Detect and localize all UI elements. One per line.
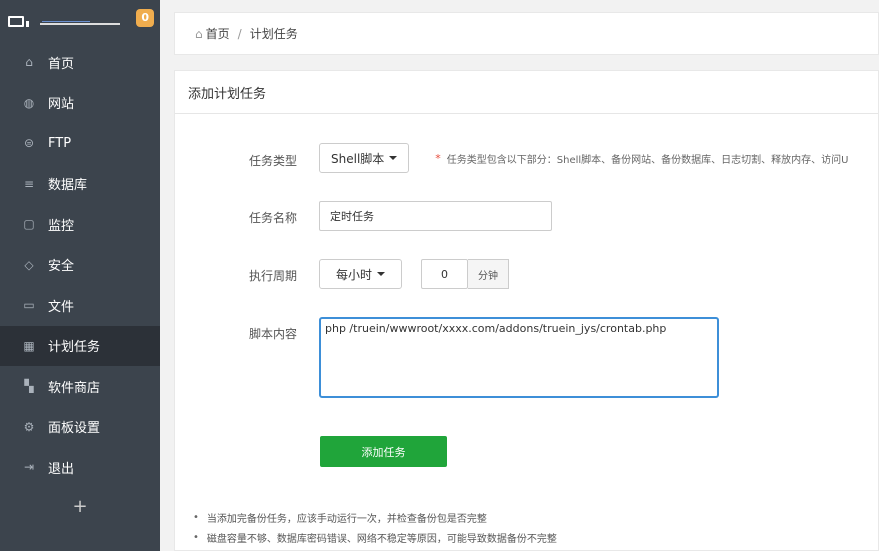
note-item: 磁盘容量不够、数据库密码错误、网络不稳定等原因，可能导致数据备份不完整 bbox=[193, 527, 557, 547]
home-icon: ⌂ bbox=[25, 55, 33, 70]
home-icon: ⌂ bbox=[195, 26, 203, 41]
breadcrumb: ⌂ 首页 / 计划任务 bbox=[174, 12, 879, 55]
sidebar-item-1[interactable]: ◍ 网站 bbox=[0, 83, 160, 124]
period-value: 每小时 bbox=[336, 267, 373, 282]
sidebar-item-5[interactable]: ◇ 安全 bbox=[0, 245, 160, 286]
sidebar-header: 0 bbox=[0, 0, 160, 42]
sidebar-item-0[interactable]: ⌂ 首页 bbox=[0, 42, 160, 83]
add-task-button[interactable]: 添加任务 bbox=[320, 436, 447, 467]
sidebar-item-label: 面板设置 bbox=[48, 421, 101, 437]
apps-icon: ▚ bbox=[24, 379, 34, 394]
sidebar-item-9[interactable]: ⚙ 面板设置 bbox=[0, 407, 160, 448]
caret-down-icon bbox=[377, 272, 386, 276]
sidebar-nav: ⌂ 首页 ◍ 网站 ⊜ FTP ≡ 数据库 ▢ 监控 ◇ 安全 ▭ 文件 ▦ 计划任务 ▚ 软件商店 ⚙ 面板设置 ⇥ 退… bbox=[0, 42, 160, 488]
sidebar-item-label: 安全 bbox=[48, 259, 75, 275]
add-shortcut-button[interactable]: + bbox=[0, 488, 160, 526]
shield-icon: ◇ bbox=[24, 257, 34, 272]
ftp-icon: ⊜ bbox=[23, 136, 35, 151]
sidebar: 0 ⌂ 首页 ◍ 网站 ⊜ FTP ≡ 数据库 ▢ 监控 ◇ 安全 ▭ 文件 ▦ 计划任务 ▚ 软件商店 ⚙ 面板设置… bbox=[0, 0, 160, 551]
globe-icon: ◍ bbox=[23, 95, 35, 110]
breadcrumb-home[interactable]: 首页 bbox=[206, 25, 230, 42]
period-label: 执行周期 bbox=[249, 269, 298, 283]
breadcrumb-current: 计划任务 bbox=[249, 27, 298, 41]
minute-input[interactable]: 0 bbox=[421, 259, 469, 289]
calendar-icon: ▦ bbox=[23, 338, 35, 353]
script-textarea[interactable]: php /truein/wwwroot/xxxx.com/addons/true… bbox=[319, 317, 719, 398]
sidebar-item-3[interactable]: ≡ 数据库 bbox=[0, 164, 160, 205]
sidebar-item-label: FTP bbox=[48, 135, 72, 151]
database-icon: ≡ bbox=[23, 176, 35, 191]
sidebar-item-label: 数据库 bbox=[48, 178, 88, 194]
notes-list: 当添加完备份任务，应该手动运行一次，并检查备份包是否完整磁盘容量不够、数据库密码… bbox=[193, 507, 557, 547]
task-name-label: 任务名称 bbox=[249, 211, 298, 225]
task-type-value: Shell脚本 bbox=[331, 151, 385, 166]
sidebar-item-6[interactable]: ▭ 文件 bbox=[0, 285, 160, 326]
sidebar-item-2[interactable]: ⊜ FTP bbox=[0, 123, 160, 164]
gear-icon: ⚙ bbox=[23, 419, 35, 434]
task-type-hint: 任务类型包含以下部分：Shell脚本、备份网站、备份数据库、日志切割、释放内存、… bbox=[446, 154, 849, 166]
note-item: 当添加完备份任务，应该手动运行一次，并检查备份包是否完整 bbox=[193, 507, 557, 527]
panel-title: 添加计划任务 bbox=[175, 71, 878, 114]
sidebar-item-7[interactable]: ▦ 计划任务 bbox=[0, 325, 160, 366]
task-type-dropdown[interactable]: Shell脚本 bbox=[319, 143, 410, 173]
sidebar-item-label: 首页 bbox=[48, 56, 75, 72]
server-address bbox=[40, 17, 120, 25]
sidebar-item-4[interactable]: ▢ 监控 bbox=[0, 204, 160, 245]
sidebar-item-label: 网站 bbox=[48, 97, 75, 113]
monitor-icon: ▢ bbox=[23, 217, 35, 232]
sidebar-item-label: 计划任务 bbox=[48, 340, 101, 356]
sidebar-item-label: 软件商店 bbox=[48, 380, 101, 396]
period-dropdown[interactable]: 每小时 bbox=[319, 259, 403, 289]
task-name-input[interactable]: 定时任务 bbox=[319, 201, 552, 231]
folder-icon: ▭ bbox=[23, 298, 35, 313]
minute-unit: 分钟 bbox=[468, 259, 510, 289]
task-type-label: 任务类型 bbox=[249, 154, 298, 168]
notification-badge[interactable]: 0 bbox=[136, 9, 154, 27]
main-panel: 添加计划任务 任务类型 Shell脚本 * 任务类型包含以下部分：Shell脚本… bbox=[174, 70, 879, 551]
caret-down-icon bbox=[389, 156, 398, 160]
sidebar-item-label: 退出 bbox=[48, 461, 75, 477]
server-icon bbox=[8, 15, 29, 27]
script-label: 脚本内容 bbox=[249, 327, 298, 341]
sidebar-item-8[interactable]: ▚ 软件商店 bbox=[0, 366, 160, 407]
sidebar-item-label: 监控 bbox=[48, 218, 75, 234]
logout-icon: ⇥ bbox=[23, 460, 35, 475]
required-mark: * bbox=[435, 151, 441, 165]
sidebar-item-10[interactable]: ⇥ 退出 bbox=[0, 447, 160, 488]
breadcrumb-separator: / bbox=[237, 26, 242, 41]
sidebar-item-label: 文件 bbox=[48, 299, 75, 315]
